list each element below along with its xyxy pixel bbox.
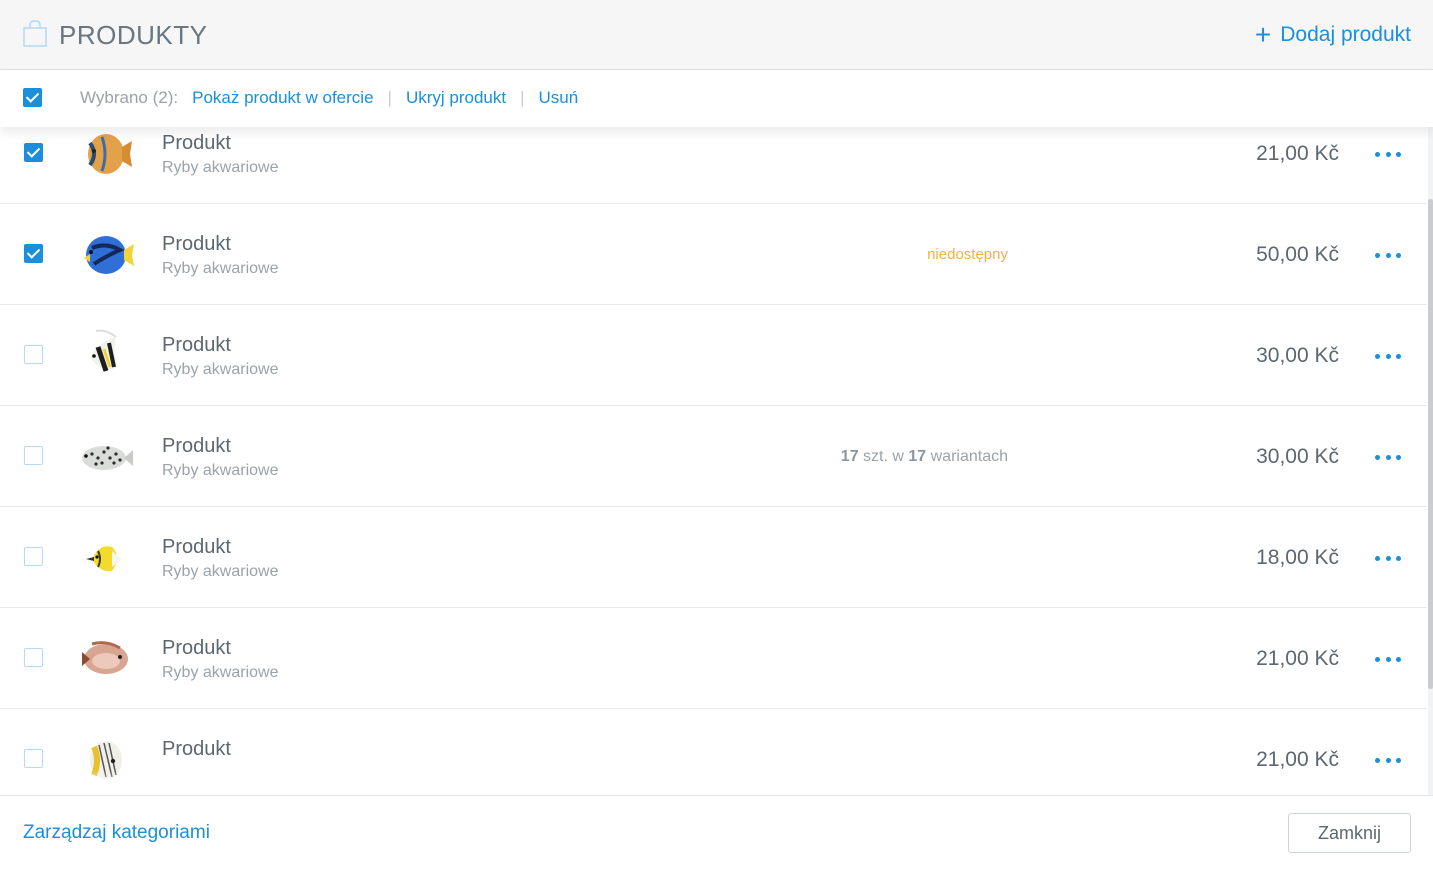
product-name: Produkt: [162, 637, 231, 659]
more-options-icon[interactable]: [1375, 747, 1401, 773]
more-options-icon[interactable]: [1375, 242, 1401, 268]
row-checkbox[interactable]: [24, 446, 43, 465]
product-price: 30,00 Kč: [1256, 344, 1339, 367]
separator: |: [387, 88, 392, 107]
product-name: Produkt: [162, 334, 231, 356]
product-price: 21,00 Kč: [1256, 748, 1339, 771]
more-options-icon[interactable]: [1375, 141, 1401, 167]
page-title: PRODUKTY: [59, 20, 208, 50]
select-all-checkbox[interactable]: [23, 88, 42, 107]
stock-text: szt. w: [858, 448, 909, 465]
selection-info: Wybrano (2): Pokaż produkt w ofercie | U…: [80, 87, 578, 109]
availability-status: niedostępny: [927, 246, 1008, 263]
delete-link[interactable]: Usuń: [539, 87, 579, 109]
product-category: Ryby akwariowe: [162, 462, 279, 479]
dialog-header: PRODUKTY + Dodaj produkt: [0, 0, 1433, 70]
product-name: Produkt: [162, 738, 231, 760]
add-product-label: Dodaj produkt: [1280, 23, 1411, 46]
product-category: Ryby akwariowe: [162, 664, 279, 681]
product-name: Produkt: [162, 233, 231, 255]
product-price: 21,00 Kč: [1256, 142, 1339, 165]
row-checkbox[interactable]: [24, 749, 43, 768]
more-options-icon[interactable]: [1375, 343, 1401, 369]
fish-image: [90, 741, 122, 779]
row-checkbox[interactable]: [24, 143, 43, 162]
close-button[interactable]: Zamknij: [1288, 813, 1411, 853]
manage-categories-link[interactable]: Zarządzaj kategoriami: [23, 821, 210, 845]
product-price: 30,00 Kč: [1256, 445, 1339, 468]
product-name: Produkt: [162, 435, 231, 457]
product-category: Ryby akwariowe: [162, 260, 279, 277]
fish-image: [88, 134, 132, 174]
product-category: Ryby akwariowe: [162, 361, 279, 378]
product-category: Ryby akwariowe: [162, 563, 279, 580]
product-price: 50,00 Kč: [1256, 243, 1339, 266]
product-row[interactable]: Produkt Ryby akwariowe 18,00 Kč: [0, 507, 1427, 608]
fish-image: [86, 546, 122, 572]
row-checkbox[interactable]: [24, 244, 43, 263]
stock-count: 17: [840, 448, 859, 465]
product-category: Ryby akwariowe: [162, 159, 279, 176]
fish-image: [84, 236, 134, 274]
product-row[interactable]: Produkt Ryby akwariowe 30,00 Kč: [0, 305, 1427, 406]
row-checkbox[interactable]: [24, 648, 43, 667]
product-row[interactable]: Produkt Ryby akwariowe niedostępny 50,00…: [0, 204, 1427, 305]
stock-status: 17 szt. w 17 wariantach: [841, 446, 1008, 468]
list-scrollbar[interactable]: [1428, 127, 1433, 795]
fish-image: [82, 446, 133, 470]
product-name: Produkt: [162, 536, 231, 558]
product-price: 21,00 Kč: [1256, 647, 1339, 670]
hide-product-link[interactable]: Ukryj produkt: [406, 87, 506, 109]
product-row[interactable]: Produkt Ryby akwariowe 17 szt. w 17 wari…: [0, 406, 1427, 507]
product-row[interactable]: Produkt Ryby akwariowe 21,00 Kč: [0, 608, 1427, 709]
product-name: Produkt: [162, 132, 231, 154]
product-price: 18,00 Kč: [1256, 546, 1339, 569]
shopping-bag-icon: [23, 20, 47, 47]
show-in-offer-link[interactable]: Pokaż produkt w ofercie: [192, 87, 373, 109]
row-checkbox[interactable]: [24, 547, 43, 566]
dialog-footer: Zarządzaj kategoriami Zamknij: [0, 795, 1433, 869]
variants-text: wariantach: [926, 448, 1008, 465]
variant-count: 17: [908, 448, 927, 465]
more-options-icon[interactable]: [1375, 545, 1401, 571]
scrollbar-thumb[interactable]: [1428, 199, 1433, 689]
plus-icon: +: [1254, 19, 1272, 50]
fish-image: [90, 329, 118, 372]
row-checkbox[interactable]: [24, 345, 43, 364]
product-list: Produkt Ryby akwariowe 21,00 Kč Produkt …: [0, 103, 1427, 795]
fish-image: [82, 641, 128, 674]
selection-bar: Wybrano (2): Pokaż produkt w ofercie | U…: [0, 70, 1433, 127]
selected-count-label: Wybrano (2):: [80, 88, 179, 107]
separator: |: [520, 88, 525, 107]
more-options-icon[interactable]: [1375, 444, 1401, 470]
add-product-button[interactable]: + Dodaj produkt: [1255, 20, 1411, 50]
product-row[interactable]: Produkt 21,00 Kč: [0, 709, 1427, 795]
more-options-icon[interactable]: [1375, 646, 1401, 672]
